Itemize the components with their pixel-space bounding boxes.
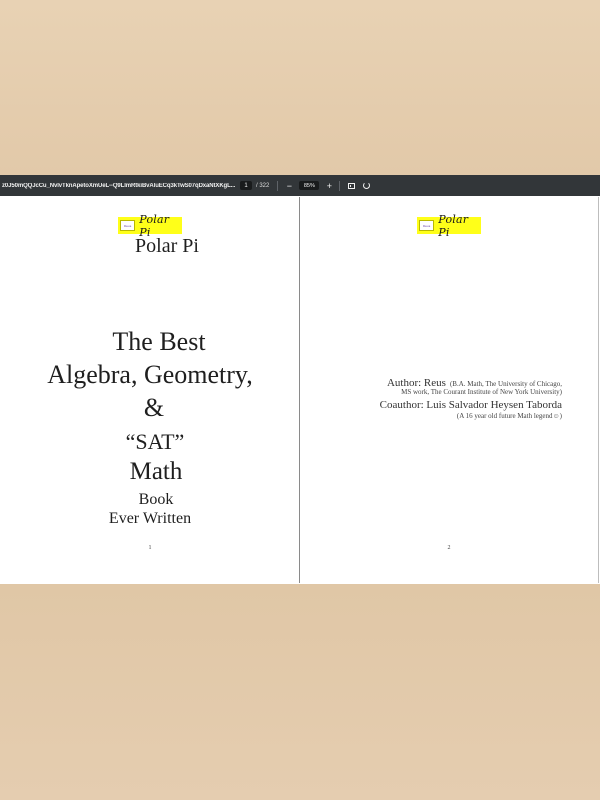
coauthor-line: Coauthor: Luis Salvador Heysen Taborda xyxy=(379,399,562,411)
pdf-page-1: Reus Polar Pi Polar Pi The Best Algebra,… xyxy=(1,197,300,583)
page-total: / 322 xyxy=(256,182,270,189)
pdf-page-2: Reus Polar Pi Author: Reus (B.A. Math, T… xyxy=(300,197,599,583)
book-title-line: Book xyxy=(138,491,174,508)
page-subtitle: Polar Pi xyxy=(135,235,199,257)
polar-pi-logo: Reus Polar Pi xyxy=(118,213,182,239)
pdf-toolbar: z0J50mQQJcCu_NvlvTknApetoXmUeL--Q9LImRtk… xyxy=(0,175,600,196)
file-title: z0J50mQQJcCu_NvlvTknApetoXmUeL--Q9LImRtk… xyxy=(2,182,236,189)
zoom-level-input[interactable]: 85% xyxy=(299,181,320,190)
background-bottom xyxy=(0,584,600,800)
fit-page-icon xyxy=(347,182,355,189)
book-title-line: Algebra, Geometry, xyxy=(47,360,253,389)
coauthor-note: (A 16 year old future Math legend☺) xyxy=(456,412,562,420)
logo-badge: Reus xyxy=(120,220,136,231)
pdf-viewer: z0J50mQQJcCu_NvlvTknApetoXmUeL--Q9LImRtk… xyxy=(0,175,600,584)
book-title-line: & xyxy=(143,393,165,422)
author-credit-continued: MS work, The Courant Institute of New Yo… xyxy=(401,388,562,396)
author-credit: (B.A. Math, The University of Chicago, xyxy=(449,380,562,388)
logo-badge: Reus xyxy=(419,220,435,231)
zoom-out-button[interactable]: − xyxy=(284,181,294,191)
background-top xyxy=(0,0,600,175)
toolbar-divider xyxy=(277,180,279,191)
book-title-line: The Best xyxy=(112,327,206,356)
book-title-line: Math xyxy=(129,458,183,485)
logo-text: Polar Pi xyxy=(438,212,469,239)
toolbar-divider xyxy=(339,180,341,191)
polar-pi-logo: Reus Polar Pi xyxy=(417,213,481,239)
rotate-button[interactable] xyxy=(361,181,371,191)
book-title-line: Ever Written xyxy=(108,510,192,527)
book-title-line: “SAT” xyxy=(125,429,185,454)
page-number: 2 xyxy=(447,545,451,551)
page-number: 1 xyxy=(148,545,152,551)
rotate-icon xyxy=(362,182,370,189)
zoom-in-button[interactable]: + xyxy=(324,181,334,191)
page-number-input[interactable]: 1 xyxy=(240,181,252,190)
fit-to-page-button[interactable] xyxy=(346,181,356,191)
